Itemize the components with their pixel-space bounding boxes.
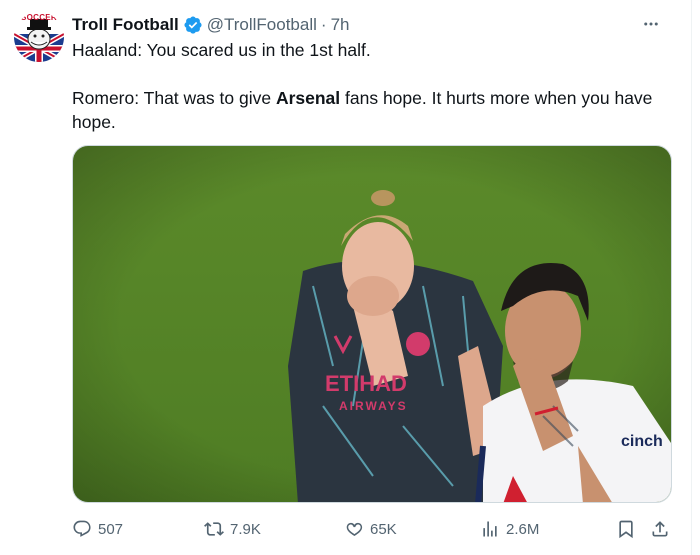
heart-icon [344,519,364,539]
author-name[interactable]: Troll Football [72,15,179,35]
views-button[interactable]: 2.6M [480,517,539,541]
avatar-text: SOCCER [20,13,58,22]
author-handle[interactable]: @TrollFootball [207,15,317,35]
like-button[interactable]: 65K [344,517,397,541]
tweet-media-image[interactable]: ETIHAD AIRWAYS cinch [72,145,672,503]
tweet-header: Troll Football @TrollFootball · 7h [72,13,349,37]
views-icon [480,519,500,539]
like-count: 65K [370,520,397,538]
tweet-bold-word: Arsenal [275,88,341,108]
tweet-timestamp[interactable]: 7h [331,15,350,35]
verified-badge-icon [183,15,203,35]
repost-button[interactable]: 7.9K [204,517,261,541]
reply-icon [72,519,92,539]
reply-button[interactable]: 507 [72,517,123,541]
views-count: 2.6M [506,520,540,538]
repost-count: 7.9K [230,520,261,538]
author-avatar[interactable]: SOCCER [14,12,64,62]
tweet-text: Haaland: You scared us in the 1st half. … [72,38,672,134]
bookmark-icon [616,519,636,539]
tweet-actions-bar: 507 7.9K 65K 2.6M [72,517,672,541]
more-options-icon[interactable] [641,14,661,34]
tweet-line-2-start: Romero: That was to give [72,88,276,108]
reply-count: 507 [98,520,124,538]
bookmark-button[interactable] [616,517,636,541]
shirt-sponsor-left-sub: AIRWAYS [339,399,408,413]
tweet-card: SOCCER Troll Football @TrollFootball · 7… [0,0,692,555]
header-separator: · [320,15,327,34]
tweet-line-2: Romero: That was to give Arsenal fans ho… [72,86,672,134]
shirt-sponsor-left: ETIHAD [325,371,407,396]
tweet-line-1: Haaland: You scared us in the 1st half. [72,40,371,60]
share-button[interactable] [650,517,670,541]
repost-icon [204,519,224,539]
shirt-sponsor-right: cinch [621,433,663,450]
share-icon [650,519,670,539]
